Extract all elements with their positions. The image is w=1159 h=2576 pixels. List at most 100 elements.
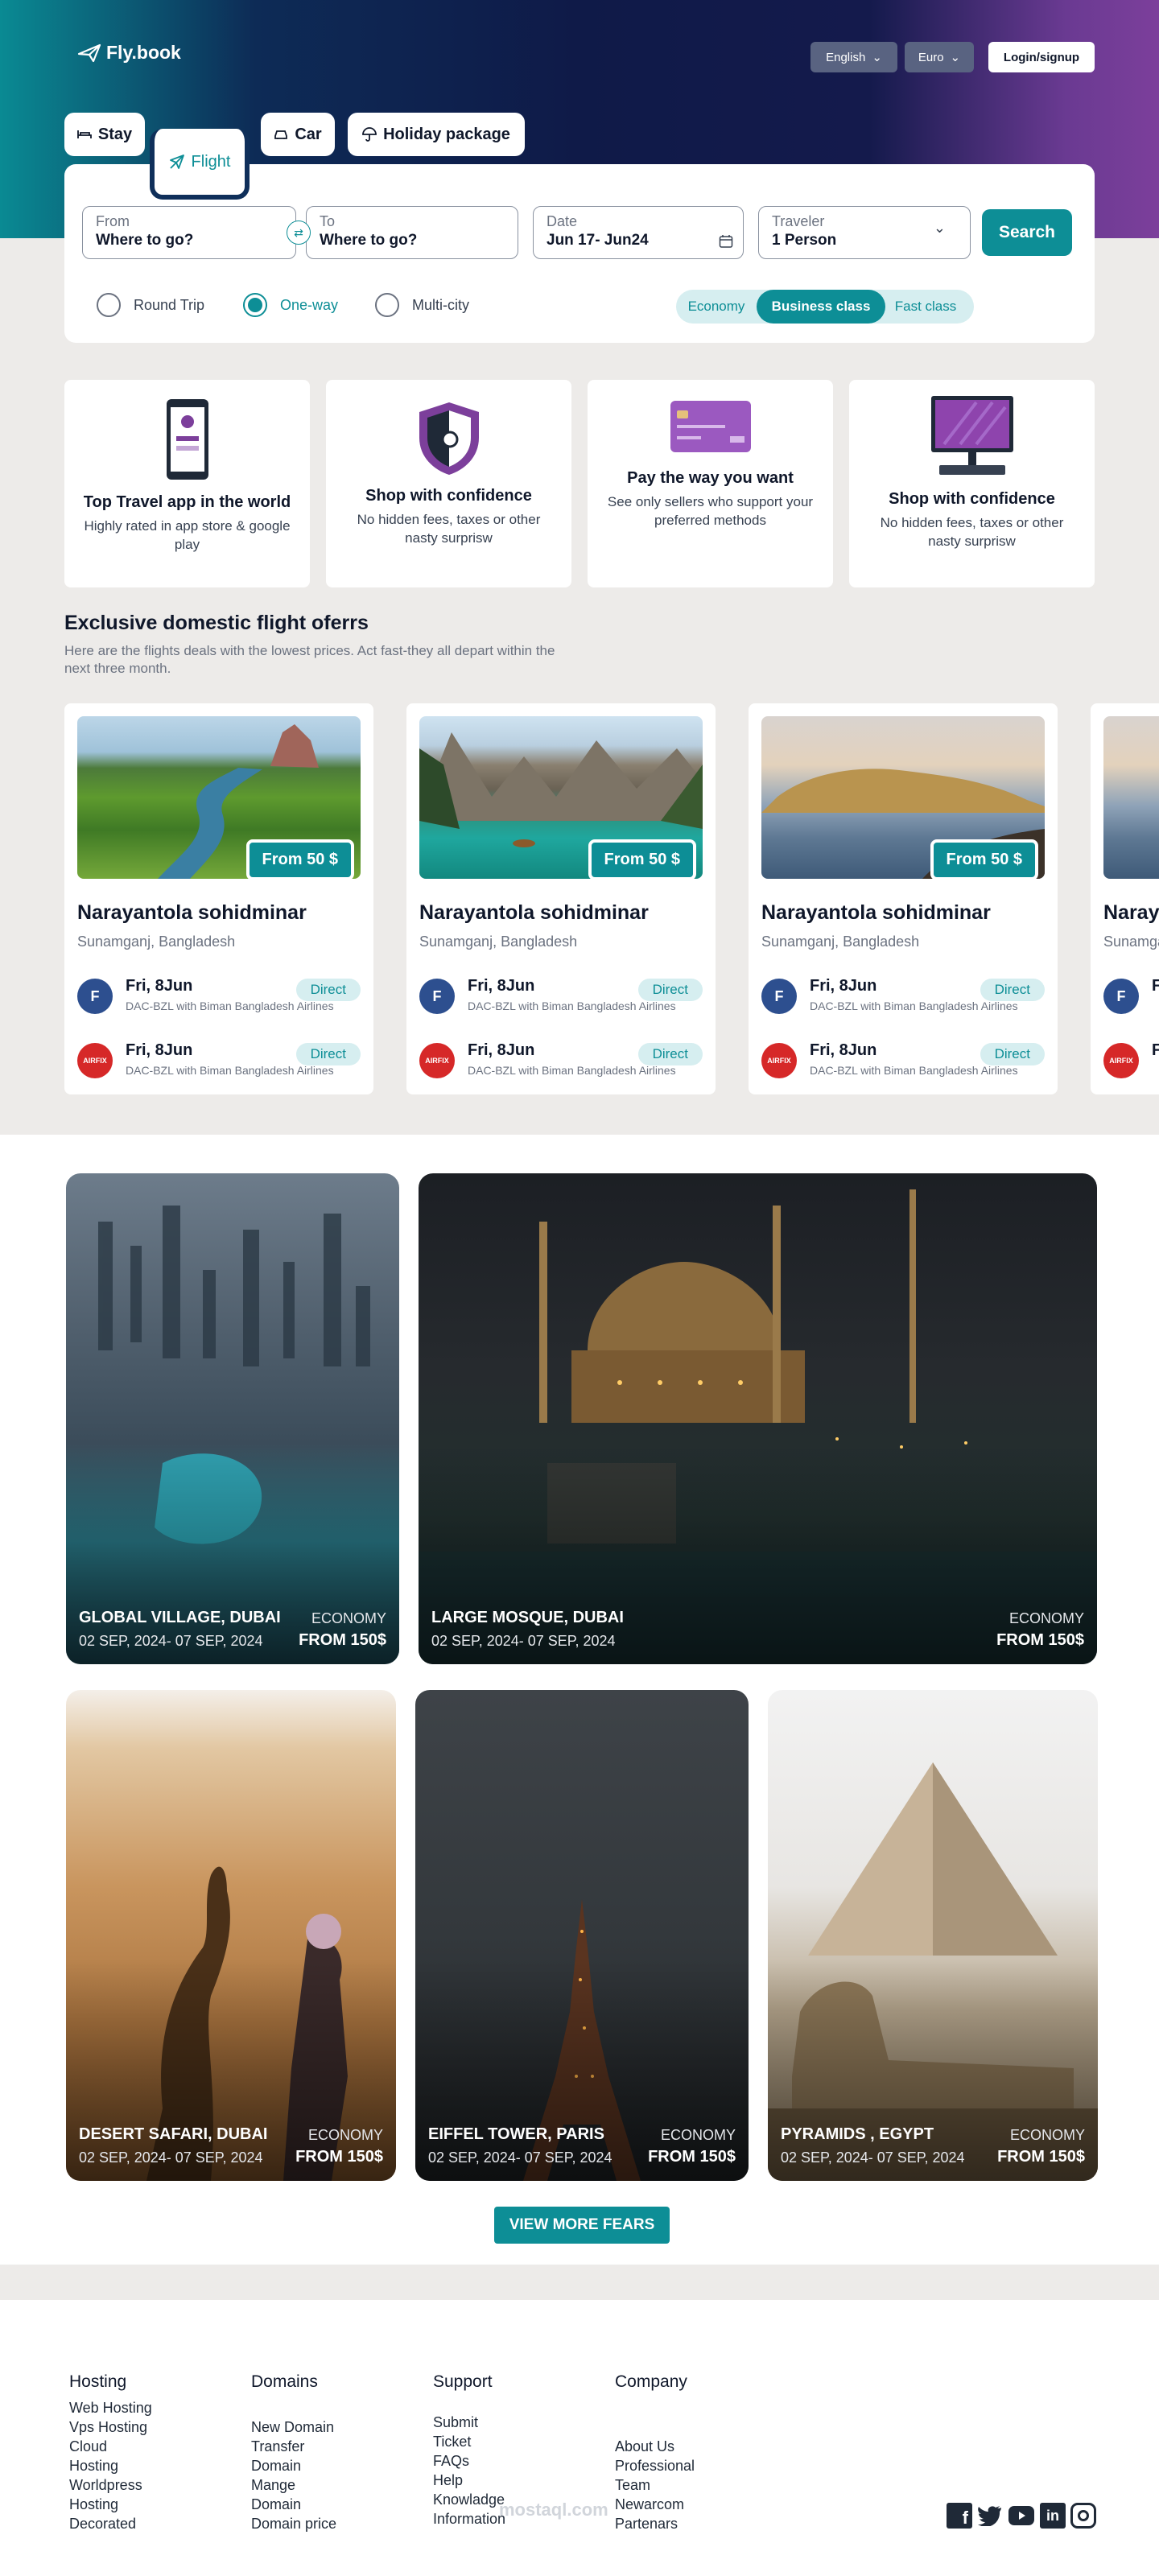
bed-icon (76, 130, 92, 138)
feature-card: Top Travel app in the world Highly rated… (64, 380, 310, 587)
footer-link[interactable]: Team (615, 2475, 695, 2495)
offer-name: Narayantola sohidminar (761, 901, 991, 924)
airline-logo: F (1103, 979, 1139, 1014)
phone-icon (166, 399, 208, 480)
from-label: From (96, 213, 130, 229)
footer-link[interactable]: Ticket (433, 2432, 505, 2451)
destination-dates: 02 SEP, 2024- 07 SEP, 2024 (431, 1633, 616, 1649)
footer-link[interactable]: Domain (251, 2456, 336, 2475)
footer-link[interactable]: Worldpress (69, 2475, 152, 2495)
brand-logo[interactable]: Fly.book (77, 42, 181, 64)
flight-route: DAC-BZL with Biman Bangladesh Airlines (468, 1064, 676, 1077)
flight-route: DAC-BZL with Biman Bangladesh Airlines (468, 999, 676, 1012)
card-shade (419, 1443, 1097, 1664)
tab-holiday-package[interactable]: Holiday package (348, 113, 525, 156)
destination-price: FROM 150$ (295, 2148, 383, 2166)
footer-link[interactable]: Knowladge (433, 2490, 505, 2509)
destination-card[interactable]: LARGE MOSQUE, DUBAI 02 SEP, 2024- 07 SEP… (419, 1173, 1097, 1664)
language-select[interactable]: English ⌄ (810, 42, 897, 72)
tab-stay[interactable]: Stay (64, 113, 145, 156)
destination-name: DESERT SAFARI, DUBAI (79, 2125, 268, 2143)
footer-spacer (251, 2398, 336, 2417)
instagram-icon[interactable] (1070, 2503, 1096, 2529)
twitter-icon[interactable] (977, 2503, 1003, 2529)
flight-row[interactable]: AIRFIX Fri, 8Jun DAC-BZL with Biman Bang… (419, 1035, 703, 1083)
footer-link[interactable]: Hosting (69, 2495, 152, 2514)
flight-row[interactable]: F Fri, 8Jun DAC-BZL with Biman Banglades… (761, 971, 1045, 1019)
plane-logo-icon (77, 43, 101, 62)
destination-card[interactable]: PYRAMIDS , EGYPT 02 SEP, 2024- 07 SEP, 2… (768, 1690, 1098, 2181)
flight-row[interactable]: AIRFIX Fri, 8Jun DAC-BZL with Biman Bang… (761, 1035, 1045, 1083)
flight-row[interactable]: AIRFIX Fri, 8Jun DAC-BZL with Biman Bang… (77, 1035, 361, 1083)
footer-link[interactable]: About Us (615, 2437, 695, 2456)
radio-round-trip[interactable]: Round Trip (97, 293, 204, 317)
offer-name: Narayantola sohidminar (1103, 901, 1159, 924)
feature-desc: No hidden fees, taxes or other nasty sur… (880, 515, 1064, 549)
car-icon (274, 130, 288, 139)
footer-link[interactable]: Domain (251, 2495, 336, 2514)
footer-link[interactable]: Web Hosting (69, 2398, 152, 2417)
tab-car[interactable]: Car (261, 113, 335, 156)
airline-logo: AIRFIX (1103, 1043, 1139, 1078)
facebook-icon[interactable]: f (947, 2503, 972, 2529)
monitor-icon (930, 396, 1013, 475)
feature-card: Shop with confidence No hidden fees, tax… (849, 380, 1095, 587)
currency-select[interactable]: Euro ⌄ (905, 42, 974, 72)
radio-label: Round Trip (134, 296, 205, 313)
feature-title: Pay the way you want (627, 469, 794, 487)
offer-card-partial[interactable]: Narayantola sohidminar Sunamganj, Bangla… (1091, 703, 1159, 1094)
umbrella-icon (362, 127, 377, 142)
footer-link[interactable]: Transfer (251, 2437, 336, 2456)
flight-date: Fri, 8Jun (810, 1041, 877, 1059)
to-field[interactable]: To Where to go? (306, 206, 518, 259)
footer-spacer (433, 2398, 505, 2413)
from-field[interactable]: From Where to go? (82, 206, 296, 259)
tab-flight[interactable]: Flight (150, 129, 250, 200)
radio-label: Multi-city (412, 296, 469, 313)
destination-class: ECONOMY (1008, 1610, 1084, 1626)
footer-link[interactable]: New Domain (251, 2417, 336, 2437)
class-business[interactable]: Business class (757, 290, 885, 324)
linkedin-icon[interactable]: in (1040, 2503, 1066, 2529)
destination-card[interactable]: GLOBAL VILLAGE, DUBAI 02 SEP, 2024- 07 S… (66, 1173, 399, 1664)
flight-row[interactable]: F Fri, 8Jun DAC-BZL with Biman Banglades… (77, 971, 361, 1019)
footer-link[interactable]: Information (433, 2509, 505, 2529)
destination-card[interactable]: EIFFEL TOWER, PARIS 02 SEP, 2024- 07 SEP… (415, 1690, 749, 2181)
price-badge: From 50 $ (588, 839, 696, 879)
view-more-button[interactable]: VIEW MORE FEARS (494, 2207, 670, 2244)
swap-icon[interactable]: ⇄ (287, 221, 311, 245)
login-button[interactable]: Login/signup (988, 42, 1095, 72)
flight-date: Fri, 8Jun (1152, 1041, 1159, 1059)
footer-link[interactable]: Domain price (251, 2514, 336, 2533)
footer-link[interactable]: Decorated (69, 2514, 152, 2533)
footer-link[interactable]: FAQs (433, 2451, 505, 2471)
watermark: mostaql.com (499, 2500, 608, 2520)
footer-link[interactable]: Professional (615, 2456, 695, 2475)
destination-card[interactable]: DESERT SAFARI, DUBAI 02 SEP, 2024- 07 SE… (66, 1690, 396, 2181)
flight-row[interactable]: F Fri, 8Jun DAC-BZL with Biman Banglades… (419, 971, 703, 1019)
traveler-field[interactable]: Traveler 1 Person ⌄ (758, 206, 971, 259)
radio-multi-city[interactable]: Multi-city (375, 293, 469, 317)
footer-link[interactable]: Submit (433, 2413, 505, 2432)
footer-link[interactable]: Mange (251, 2475, 336, 2495)
class-economy[interactable]: Economy (676, 290, 757, 324)
offer-card[interactable]: From 50 $ Narayantola sohidminar Sunamga… (64, 703, 373, 1094)
offer-card[interactable]: From 50 $ Narayantola sohidminar Sunamga… (406, 703, 716, 1094)
tab-stay-label: Stay (97, 125, 133, 143)
footer-link[interactable]: Cloud (69, 2437, 152, 2456)
flight-route: DAC-BZL with Biman Bangladesh Airlines (126, 1064, 334, 1077)
youtube-icon[interactable] (1008, 2503, 1035, 2529)
login-label: Login/signup (1003, 50, 1080, 64)
radio-one-way[interactable]: One-way (243, 293, 338, 317)
footer-link[interactable]: Hosting (69, 2456, 152, 2475)
footer-link[interactable]: Partenars (615, 2514, 695, 2533)
destination-name: LARGE MOSQUE, DUBAI (431, 1609, 624, 1626)
footer-link[interactable]: Help (433, 2471, 505, 2490)
footer-link[interactable]: Newarcom (615, 2495, 695, 2514)
offer-card[interactable]: From 50 $ Narayantola sohidminar Sunamga… (749, 703, 1058, 1094)
footer-link[interactable]: Vps Hosting (69, 2417, 152, 2437)
class-fast[interactable]: Fast class (885, 290, 966, 324)
date-field[interactable]: Date Jun 17- Jun24 (533, 206, 744, 259)
feature-card: Shop with confidence No hidden fees, tax… (326, 380, 571, 587)
search-button[interactable]: Search (982, 209, 1072, 256)
